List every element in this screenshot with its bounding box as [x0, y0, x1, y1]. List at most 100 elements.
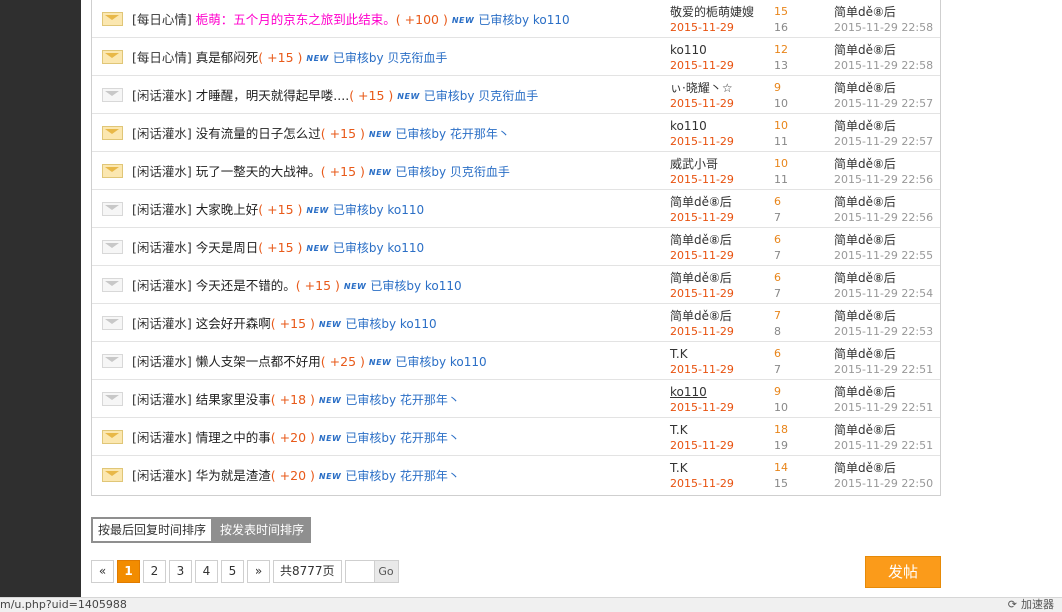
folder-icon — [102, 240, 123, 254]
thread-category: [闲话灌水] — [132, 468, 192, 483]
last-poster-link[interactable]: 简单dě⑧后 — [834, 156, 938, 172]
author-link[interactable]: ko110 — [670, 118, 762, 134]
new-post-button[interactable]: 发帖 — [865, 556, 941, 588]
last-poster-link[interactable]: 简单dě⑧后 — [834, 194, 938, 210]
goto-button[interactable]: Go — [374, 560, 399, 583]
last-poster-link[interactable]: 简单dě⑧后 — [834, 346, 938, 362]
thread-category: [闲话灌水] — [132, 126, 192, 141]
last-poster-link[interactable]: 简单dě⑧后 — [834, 422, 938, 438]
thread-subject-link[interactable]: 今天还是不错的。 — [196, 278, 296, 293]
thread-title-line: [闲话灌水] 今天还是不错的。( +15 ) NEW 已审核by ko110 — [132, 278, 462, 295]
approved-by-link[interactable]: 已审核by 花开那年丶 — [395, 127, 510, 141]
last-poster-link[interactable]: 简单dě⑧后 — [834, 232, 938, 248]
last-reply-cell: 简单dě⑧后 2015-11-29 22:57 — [834, 80, 938, 112]
approved-by-link[interactable]: 已审核by 花开那年丶 — [345, 393, 460, 407]
last-poster-link[interactable]: 简单dě⑧后 — [834, 460, 938, 476]
page-1-button[interactable]: 1 — [117, 560, 140, 583]
thread-subject-link[interactable]: 懒人支架一点都不好用 — [196, 354, 321, 369]
category-link[interactable]: 每日心情 — [137, 50, 187, 65]
approved-by-link[interactable]: 已审核by ko110 — [370, 279, 461, 293]
goto-page-input[interactable] — [344, 560, 375, 583]
thread-subject-link[interactable]: 没有流量的日子怎么过 — [196, 126, 321, 141]
last-reply-time: 2015-11-29 22:53 — [834, 325, 934, 338]
category-link[interactable]: 闲话灌水 — [137, 468, 187, 483]
last-poster-link[interactable]: 简单dě⑧后 — [834, 308, 938, 324]
page-5-button[interactable]: 5 — [221, 560, 244, 583]
approved-by-link[interactable]: 已审核by 花开那年丶 — [345, 431, 460, 445]
thread-title-line: [闲话灌水] 今天是周日( +15 ) NEW 已审核by ko110 — [132, 240, 424, 257]
hot-folder-icon — [102, 468, 123, 482]
thread-counts-cell: 10 11 — [774, 156, 824, 188]
post-date: 2015-11-29 — [670, 59, 734, 72]
sort-by-post-time-tab[interactable]: 按发表时间排序 — [213, 517, 312, 543]
thread-subject-link[interactable]: 情理之中的事 — [196, 430, 271, 445]
thread-row: [每日心情] 真是郁闷死( +15 ) NEW 已审核by 贝克衔血手 ko110 20… — [92, 38, 940, 76]
thread-subject-link[interactable]: 才睡醒，明天就得起早喽.... — [196, 88, 349, 103]
approved-by-link[interactable]: 已审核by 贝克衔血手 — [424, 89, 539, 103]
prev-page-button[interactable]: « — [91, 560, 114, 583]
last-reply-time: 2015-11-29 22:58 — [834, 21, 934, 34]
hot-folder-icon — [102, 126, 123, 140]
post-date: 2015-11-29 — [670, 325, 734, 338]
category-link[interactable]: 每日心情 — [137, 12, 187, 27]
author-link[interactable]: 简单dě⑧后 — [670, 232, 762, 248]
approved-by-link[interactable]: 已审核by 贝克衔血手 — [395, 165, 510, 179]
thread-subject-link[interactable]: 这会好开森啊 — [196, 316, 271, 331]
category-link[interactable]: 闲话灌水 — [137, 392, 187, 407]
category-link[interactable]: 闲话灌水 — [137, 278, 187, 293]
author-link[interactable]: ko110 — [670, 42, 762, 58]
thread-subject-link[interactable]: 今天是周日 — [196, 240, 259, 255]
thread-subject-link[interactable]: 大家晚上好 — [196, 202, 259, 217]
approved-by-link[interactable]: 已审核by ko110 — [478, 13, 569, 27]
last-poster-link[interactable]: 简单dě⑧后 — [834, 4, 938, 20]
last-poster-link[interactable]: 简单dě⑧后 — [834, 80, 938, 96]
category-link[interactable]: 闲话灌水 — [137, 240, 187, 255]
thread-counts-cell: 78 — [774, 308, 824, 340]
author-link[interactable]: 简单dě⑧后 — [670, 194, 762, 210]
author-link[interactable]: T.K — [670, 422, 762, 438]
last-poster-link[interactable]: 简单dě⑧后 — [834, 118, 938, 134]
category-link[interactable]: 闲话灌水 — [137, 202, 187, 217]
thread-row: [闲话灌水] 情理之中的事( +20 ) NEW 已审核by 花开那年丶 T.K 201… — [92, 418, 940, 456]
thread-subject-link[interactable]: 华为就是渣渣 — [196, 468, 271, 483]
next-page-button[interactable]: » — [247, 560, 270, 583]
approved-by-link[interactable]: 已审核by 贝克衔血手 — [333, 51, 448, 65]
reply-count: 7 — [774, 309, 781, 322]
last-poster-link[interactable]: 简单dě⑧后 — [834, 270, 938, 286]
author-link[interactable]: 敬爱的栀萌婕嫂 — [670, 4, 762, 20]
approved-by-link[interactable]: 已审核by ko110 — [345, 317, 436, 331]
category-link[interactable]: 闲话灌水 — [137, 430, 187, 445]
thread-subject-link[interactable]: 真是郁闷死 — [196, 50, 259, 65]
approved-by-link[interactable]: 已审核by ko110 — [395, 355, 486, 369]
last-reply-time: 2015-11-29 22:51 — [834, 401, 934, 414]
thread-subject-link[interactable]: 栀萌：五个月的京东之旅到此结束。 — [196, 12, 396, 27]
author-link[interactable]: ko110 — [670, 384, 762, 400]
thread-subject-link[interactable]: 结果家里没事 — [196, 392, 271, 407]
approved-by-link[interactable]: 已审核by 花开那年丶 — [345, 469, 460, 483]
author-link[interactable]: 简单dě⑧后 — [670, 308, 762, 324]
last-poster-link[interactable]: 简单dě⑧后 — [834, 42, 938, 58]
category-link[interactable]: 闲话灌水 — [137, 126, 187, 141]
author-link[interactable]: ぃ·晓耀丶☆ — [670, 80, 762, 96]
category-link[interactable]: 闲话灌水 — [137, 354, 187, 369]
thread-title-line: [闲话灌水] 懒人支架一点都不好用( +25 ) NEW 已审核by ko110 — [132, 354, 487, 371]
approved-by-link[interactable]: 已审核by ko110 — [333, 241, 424, 255]
approved-by-link[interactable]: 已审核by ko110 — [333, 203, 424, 217]
category-link[interactable]: 闲话灌水 — [137, 88, 187, 103]
page-2-button[interactable]: 2 — [143, 560, 166, 583]
author-link[interactable]: T.K — [670, 460, 762, 476]
thread-author-cell: 简单dě⑧后 2015-11-29 — [670, 232, 762, 264]
category-link[interactable]: 闲话灌水 — [137, 316, 187, 331]
reply-count: 14 — [774, 461, 788, 474]
accelerator-widget[interactable]: ⟳ 加速器 — [1008, 598, 1054, 612]
page-4-button[interactable]: 4 — [195, 560, 218, 583]
last-reply-time: 2015-11-29 22:51 — [834, 363, 934, 376]
last-poster-link[interactable]: 简单dě⑧后 — [834, 384, 938, 400]
page-3-button[interactable]: 3 — [169, 560, 192, 583]
thread-subject-link[interactable]: 玩了一整天的大战神。 — [196, 164, 321, 179]
author-link[interactable]: 威武小哥 — [670, 156, 762, 172]
author-link[interactable]: T.K — [670, 346, 762, 362]
sort-by-last-reply-tab[interactable]: 按最后回复时间排序 — [91, 517, 214, 543]
author-link[interactable]: 简单dě⑧后 — [670, 270, 762, 286]
category-link[interactable]: 闲话灌水 — [137, 164, 187, 179]
